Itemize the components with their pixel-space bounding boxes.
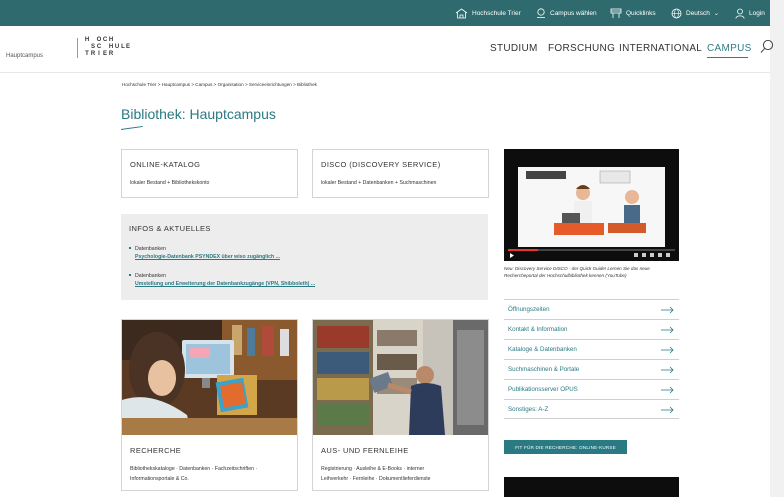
logo-letter: E [126, 44, 131, 50]
quicklink-kontakt[interactable]: Kontakt & Information [504, 319, 679, 339]
globe-icon [671, 8, 682, 18]
fernleihe-card[interactable]: AUS- UND FERNLEIHE Registrierung · Ausle… [312, 319, 489, 491]
campus-subtitle: Hauptcampus [6, 53, 44, 59]
box-subtitle: lokaler Bestand + Bibliothekskonto [130, 180, 210, 186]
quicklink-kataloge[interactable]: Kataloge & Datenbanken [504, 339, 679, 359]
map-pin-icon [537, 7, 545, 18]
breadcrumb[interactable]: Hochschule Trier > Hauptcampus > Campus … [122, 82, 317, 87]
quicklink-label: Sonstiges: A-Z [508, 406, 549, 413]
topbar-hochschule-link[interactable]: Hochschule Trier [455, 0, 521, 26]
logo-letter: H [108, 37, 114, 43]
video-player[interactable] [504, 149, 679, 261]
nav-studium[interactable]: STUDIUM [490, 43, 538, 54]
quicklink-label: Kontakt & Information [508, 326, 568, 333]
user-icon [735, 8, 745, 19]
recherche-photo [122, 320, 297, 435]
quicklink-suchmaschinen[interactable]: Suchmaschinen & Portale [504, 359, 679, 379]
topbar-campus-select[interactable]: Campus wählen [536, 0, 597, 26]
quicklink-sonstiges[interactable]: Sonstiges: A-Z [504, 399, 679, 419]
video-caption: Neu: Discovery Service DISCO - der Quick… [504, 266, 650, 278]
second-video-player[interactable] [504, 477, 679, 497]
nav-forschung[interactable]: FORSCHUNG [548, 43, 615, 54]
fernleihe-photo [313, 320, 488, 435]
recherche-card[interactable]: RECHERCHE Bibliothekskataloge · Datenban… [121, 319, 298, 491]
infos-panel: INFOS & AKTUELLES Datenbanken Psychologi… [121, 214, 488, 300]
site-header: Hauptcampus H O C H S C H U L E T R I E … [0, 26, 774, 73]
card-title: AUS- UND FERNLEIHE [321, 446, 409, 455]
quicklinks-list: Öffnungszeiten Kontakt & Information Kat… [504, 299, 679, 419]
arrow-right-icon [661, 326, 674, 334]
topbar-language-select[interactable]: Deutsch ⌄ [671, 0, 719, 26]
page-title: Bibliothek: Hauptcampus [121, 106, 276, 122]
arrow-right-icon [661, 346, 674, 354]
box-subtitle: lokaler Bestand + Datenbanken + Suchmasc… [321, 180, 437, 186]
logo-divider [77, 38, 78, 58]
disco-box[interactable]: DISCO (DISCOVERY SERVICE) lokaler Bestan… [312, 149, 489, 198]
box-title: DISCO (DISCOVERY SERVICE) [321, 160, 441, 169]
online-kurse-button[interactable]: FIT FÜR DIE RECHERCHE: ONLINE-KURSE [504, 440, 627, 454]
box-title: ONLINE-KATALOG [130, 160, 201, 169]
quicklink-oeffnungszeiten[interactable]: Öffnungszeiten [504, 299, 679, 319]
logo-letter: R [108, 51, 114, 57]
news-link[interactable]: Umstellung und Erweiterung der Datenbank… [135, 281, 315, 287]
quicklinks-icon [610, 8, 622, 18]
quicklink-label: Kataloge & Datenbanken [508, 346, 577, 353]
topbar-label: Deutsch [686, 9, 710, 17]
building-icon [455, 8, 468, 18]
quicklink-label: Öffnungszeiten [508, 306, 550, 313]
online-katalog-box[interactable]: ONLINE-KATALOG lokaler Bestand + Bibliot… [121, 149, 298, 198]
card-title: RECHERCHE [130, 446, 182, 455]
arrow-right-icon [661, 406, 674, 414]
topbar-label: Quicklinks [626, 9, 656, 17]
search-icon[interactable] [760, 39, 774, 54]
video-thumbnail [504, 149, 679, 261]
arrow-right-icon [661, 366, 674, 374]
logo-letter: H [84, 37, 90, 43]
quicklink-opus[interactable]: Publikationsserver OPUS [504, 379, 679, 399]
news-link[interactable]: Psychologie-Datenbank PSYNDEX über wiso … [135, 254, 280, 260]
topbar-label: Hochschule Trier [472, 9, 521, 17]
quicklink-label: Suchmaschinen & Portale [508, 366, 580, 373]
hochschule-logo[interactable]: H O C H S C H U L E T R I E R [84, 37, 130, 58]
topbar-login[interactable]: Login [735, 0, 765, 26]
nav-international[interactable]: INTERNATIONAL [619, 43, 702, 54]
news-category: Datenbanken [135, 273, 166, 279]
topbar-label: Campus wählen [550, 9, 597, 17]
title-accent-line [120, 125, 143, 130]
arrow-right-icon [661, 386, 674, 394]
topbar-quicklinks[interactable]: Quicklinks [610, 0, 656, 26]
card-description: Registrierung · Ausleihe & E-Books · int… [321, 466, 425, 472]
logo-letter: C [96, 44, 102, 50]
top-bar: Hochschule Trier Campus wählen Quicklink… [0, 0, 770, 26]
bullet-dot [129, 247, 131, 249]
quicklink-label: Publikationsserver OPUS [508, 386, 578, 393]
nav-campus[interactable]: CAMPUS [707, 43, 752, 54]
chevron-down-icon: ⌄ [713, 10, 719, 17]
card-description: Informationsportale & Co. [130, 476, 189, 482]
page: Hochschule Trier Campus wählen Quicklink… [0, 0, 774, 497]
card-description: Bibliothekskataloge · Datenbanken · Fach… [130, 466, 258, 472]
arrow-right-icon [661, 306, 674, 314]
nav-active-indicator [707, 57, 748, 58]
topbar-label: Login [749, 9, 765, 17]
card-description: Leihverkehr · Fernleihe · Dokumentliefer… [321, 476, 431, 482]
infos-title: INFOS & AKTUELLES [129, 224, 211, 233]
bullet-dot [129, 274, 131, 276]
news-category: Datenbanken [135, 246, 166, 252]
